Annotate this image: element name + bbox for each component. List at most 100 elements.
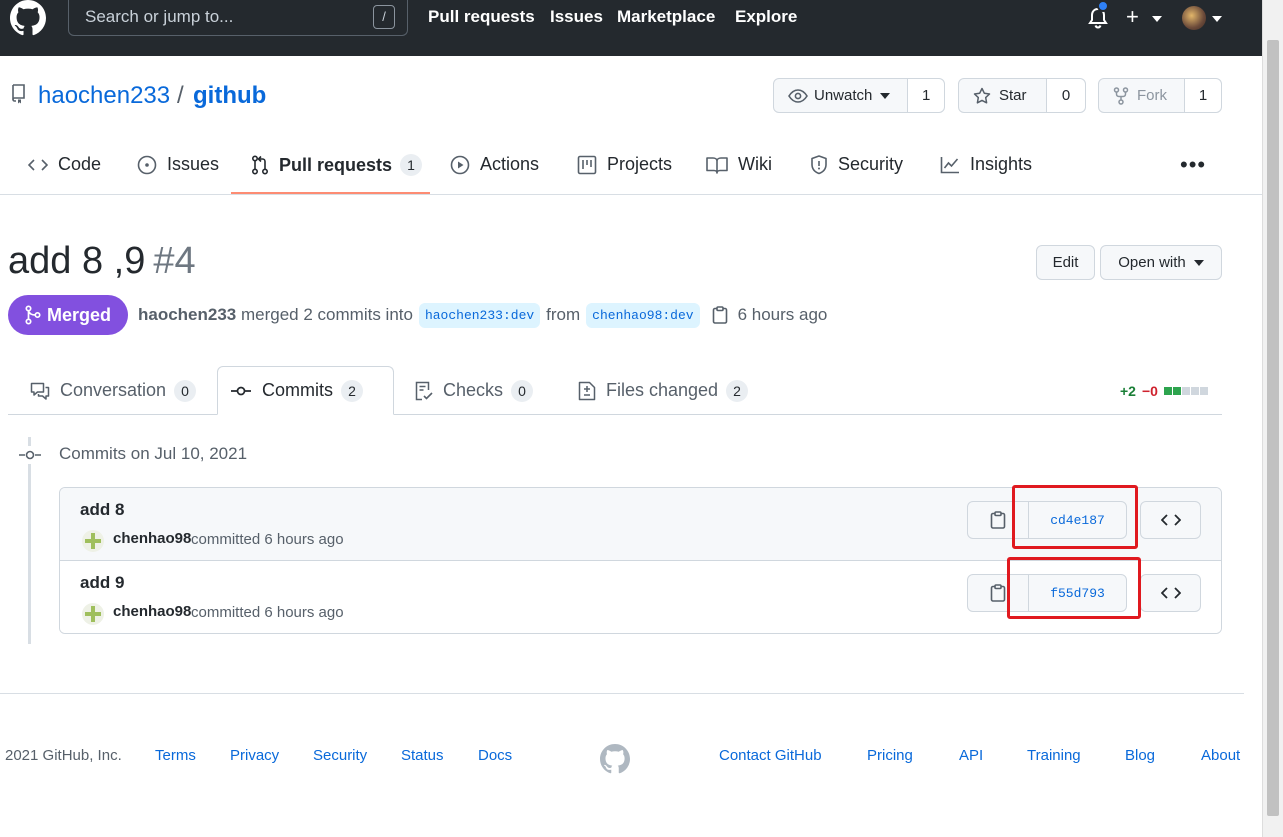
diffstat-block-neutral: [1181, 387, 1190, 395]
more-options-icon[interactable]: •••: [1180, 152, 1206, 178]
edit-title-button[interactable]: Edit: [1036, 245, 1095, 280]
scrollbar-thumb[interactable]: [1267, 40, 1279, 816]
open-with-button[interactable]: Open with: [1100, 245, 1222, 280]
repo-path-separator: /: [177, 82, 184, 109]
diffstat-block-neutral: [1190, 387, 1199, 395]
footer-link-pricing[interactable]: Pricing: [867, 747, 913, 764]
repo-name-link[interactable]: github: [193, 82, 266, 110]
unwatch-label: Unwatch: [814, 87, 873, 104]
footer-link-status[interactable]: Status: [401, 747, 444, 764]
pr-title-text: add 8 ,9: [8, 240, 146, 282]
commit-author-link[interactable]: chenhao98: [113, 603, 191, 620]
code-icon: [28, 158, 48, 171]
repo-icon: [12, 84, 25, 104]
annotation-highlight-box: [1012, 485, 1138, 549]
notification-indicator: [1097, 0, 1109, 12]
repo-tab-security[interactable]: Security: [810, 154, 903, 175]
shield-icon: [811, 154, 827, 174]
project-icon: [577, 155, 597, 174]
open-with-label: Open with: [1118, 254, 1186, 271]
diffstat-deletions: −0: [1141, 383, 1158, 399]
topnav-pull-requests[interactable]: Pull requests: [428, 7, 535, 27]
unwatch-button[interactable]: Unwatch: [774, 79, 909, 112]
git-commit-icon: [18, 446, 42, 464]
user-menu-caret-icon[interactable]: [1212, 16, 1222, 22]
watchers-count[interactable]: 1: [908, 79, 944, 112]
commit-message-link[interactable]: add 9: [80, 573, 124, 593]
diffstat-block-added: [1172, 387, 1181, 395]
browse-repo-button[interactable]: [1140, 574, 1201, 612]
topnav-issues[interactable]: Issues: [550, 7, 603, 27]
footer-link-security[interactable]: Security: [313, 747, 367, 764]
browse-repo-button[interactable]: [1140, 501, 1201, 539]
topnav-explore[interactable]: Explore: [735, 7, 797, 27]
pr-meta-line: haochen233 merged 2 commits into haochen…: [138, 300, 827, 330]
footer-copyright: 2021 GitHub, Inc.: [5, 747, 122, 764]
repo-tab-actions[interactable]: Actions: [450, 154, 539, 175]
star-label: Star: [999, 87, 1027, 104]
clipboard-icon[interactable]: [712, 306, 728, 324]
footer-link-about[interactable]: About: [1201, 747, 1240, 764]
create-new-button[interactable]: +: [1126, 4, 1139, 30]
commit-message-link[interactable]: add 8: [80, 500, 124, 520]
repo-tab-issues[interactable]: Issues: [137, 154, 219, 175]
files-changed-count-badge: 2: [726, 379, 749, 402]
fork-button-group: Fork 1: [1098, 78, 1222, 113]
timeline-line: [28, 437, 31, 644]
forks-count[interactable]: 1: [1185, 79, 1221, 112]
github-logo-icon[interactable]: [8, 0, 48, 36]
repo-tab-insights-label: Insights: [970, 154, 1033, 174]
diffstat-block-added: [1163, 387, 1172, 395]
commits-date-heading: Commits on Jul 10, 2021: [59, 444, 248, 463]
commits-count-badge: 2: [341, 379, 363, 402]
footer-link-docs[interactable]: Docs: [478, 747, 512, 764]
footer-link-contact[interactable]: Contact GitHub: [719, 747, 822, 764]
footer-link-privacy[interactable]: Privacy: [230, 747, 279, 764]
git-merge-icon: [25, 305, 41, 325]
pr-author-link[interactable]: haochen233: [138, 305, 236, 325]
tab-checks-label: Checks: [443, 380, 504, 400]
code-icon: [1160, 514, 1181, 526]
window-scrollbar[interactable]: [1262, 0, 1283, 837]
unwatch-button-group: Unwatch 1: [773, 78, 945, 113]
footer-link-blog[interactable]: Blog: [1125, 747, 1155, 764]
repo-tab-wiki[interactable]: Wiki: [706, 154, 772, 175]
repo-tab-projects[interactable]: Projects: [577, 154, 672, 175]
merged-commits-text: merged 2 commits into: [241, 305, 413, 324]
create-caret-icon[interactable]: [1152, 16, 1162, 22]
user-avatar[interactable]: [1182, 6, 1206, 30]
commit-author-link[interactable]: chenhao98: [113, 530, 191, 547]
repo-tab-security-label: Security: [838, 154, 904, 174]
repo-tab-code[interactable]: Code: [28, 154, 101, 175]
search-input[interactable]: Search or jump to... /: [68, 0, 408, 36]
footer-link-terms[interactable]: Terms: [155, 747, 196, 764]
github-mark-icon[interactable]: [600, 744, 630, 774]
repo-tab-actions-label: Actions: [480, 154, 540, 174]
repo-tab-pull-requests[interactable]: Pull requests 1: [251, 154, 423, 176]
commit-meta-text: committed 6 hours ago: [191, 531, 344, 548]
fork-button[interactable]: Fork: [1099, 79, 1185, 112]
pull-request-icon: [251, 155, 269, 175]
repo-tab-insights[interactable]: Insights: [940, 154, 1032, 175]
head-branch-label[interactable]: chenhao98:dev: [586, 302, 700, 328]
repo-owner-link[interactable]: haochen233: [38, 82, 170, 110]
star-button[interactable]: Star: [959, 79, 1047, 112]
chevron-down-icon: [880, 92, 891, 99]
topnav-marketplace[interactable]: Marketplace: [617, 7, 715, 27]
base-branch-label[interactable]: haochen233:dev: [418, 302, 541, 328]
tab-commits-label: Commits: [262, 380, 333, 400]
pr-merged-time: 6 hours ago: [737, 305, 828, 324]
commit-author-avatar[interactable]: [82, 530, 104, 552]
tab-commits[interactable]: Commits 2: [217, 366, 394, 415]
tab-checks[interactable]: Checks 0: [403, 366, 545, 415]
tab-conversation[interactable]: Conversation 0: [18, 366, 208, 415]
stars-count[interactable]: 0: [1047, 79, 1085, 112]
commit-author-avatar[interactable]: [82, 603, 104, 625]
footer-link-api[interactable]: API: [959, 747, 983, 764]
annotation-highlight-box: [1007, 557, 1141, 619]
search-shortcut-key: /: [373, 5, 395, 29]
pr-title: add 8 ,9 #4: [8, 240, 196, 283]
tab-files-changed[interactable]: Files changed 2: [566, 366, 760, 415]
footer-link-training[interactable]: Training: [1027, 747, 1081, 764]
merged-state-badge: Merged: [8, 295, 128, 335]
